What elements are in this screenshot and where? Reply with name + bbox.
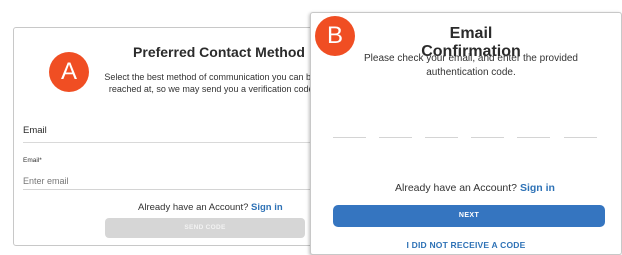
send-code-button[interactable]: SEND CODE (105, 218, 305, 238)
email-confirmation-description: Please check your email, and enter the p… (363, 53, 578, 78)
screen: Preferred Contact Method Select the best… (0, 0, 622, 255)
account-prompt-text: Already have an Account? (138, 202, 249, 213)
verification-code-input[interactable] (333, 137, 597, 139)
sign-in-link[interactable]: Sign in (520, 182, 555, 194)
code-digit-field[interactable] (564, 137, 597, 138)
resend-code-link[interactable]: I DID NOT RECEIVE A CODE (371, 240, 561, 250)
step-badge-b: B (315, 16, 355, 56)
code-digit-field[interactable] (333, 137, 366, 138)
next-button[interactable]: NEXT (333, 205, 605, 227)
code-digit-field[interactable] (425, 137, 458, 138)
account-prompt-text: Already have an Account? (395, 182, 518, 194)
email-field-label: Email* (23, 157, 42, 164)
code-digit-field[interactable] (471, 137, 504, 138)
email-field[interactable] (23, 172, 315, 190)
contact-method-description: Select the best method of communication … (104, 72, 316, 94)
code-digit-field[interactable] (517, 137, 550, 138)
contact-option-email[interactable]: Email (23, 125, 47, 136)
account-prompt: Already have an Account? Sign in (138, 202, 283, 213)
contact-method-title: Preferred Contact Method (133, 44, 305, 60)
divider (23, 142, 315, 143)
email-confirmation-card: Email Confirmation Please check your ema… (310, 12, 622, 255)
sign-in-link[interactable]: Sign in (251, 202, 283, 213)
code-digit-field[interactable] (379, 137, 412, 138)
account-prompt: Already have an Account? Sign in (395, 182, 555, 194)
step-badge-a: A (49, 52, 89, 92)
